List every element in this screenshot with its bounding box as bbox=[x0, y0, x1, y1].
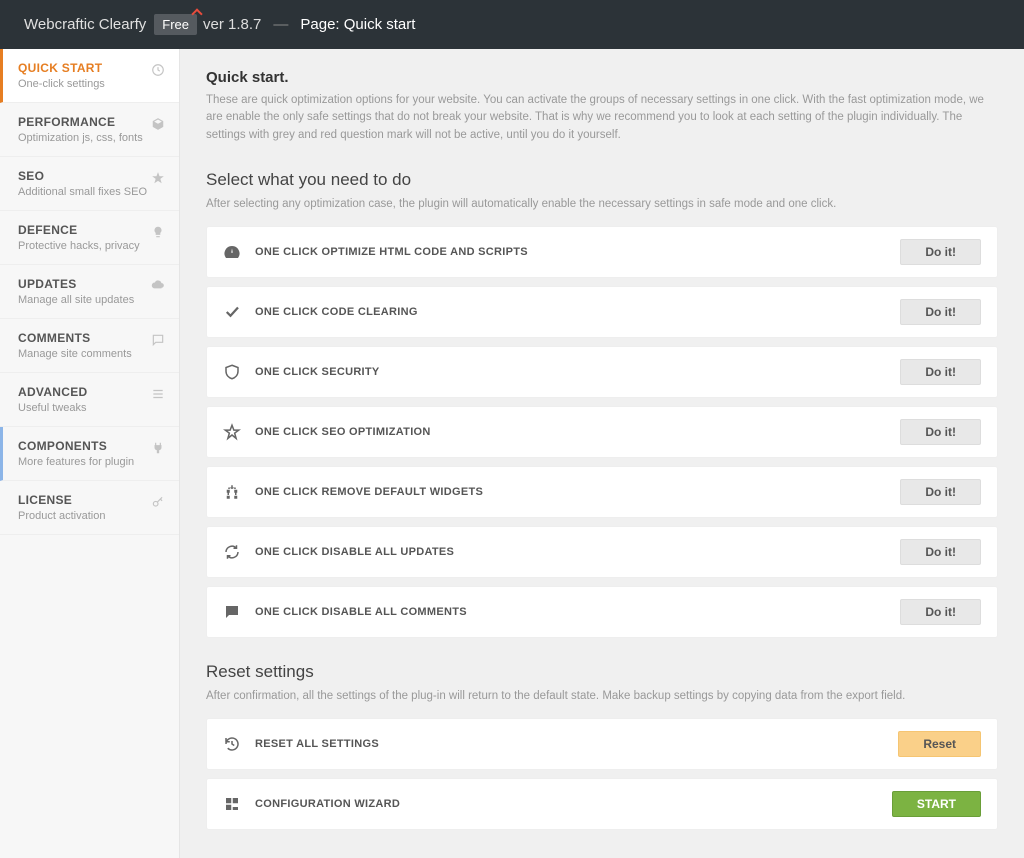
option-row: ONE CLICK SEO OPTIMIZATIONDo it! bbox=[206, 406, 998, 458]
nav-title: PERFORMANCE bbox=[18, 115, 163, 129]
plug-icon bbox=[151, 441, 165, 455]
nav-subtitle: Protective hacks, privacy bbox=[18, 240, 163, 252]
reset-row: CONFIGURATION WIZARDSTART bbox=[206, 778, 998, 830]
option-label: ONE CLICK SEO OPTIMIZATION bbox=[255, 426, 900, 438]
dash: — bbox=[273, 16, 288, 33]
option-row: ONE CLICK SECURITYDo it! bbox=[206, 346, 998, 398]
option-label: ONE CLICK OPTIMIZE HTML CODE AND SCRIPTS bbox=[255, 246, 900, 258]
check-icon bbox=[223, 303, 241, 321]
nav-subtitle: One-click settings bbox=[18, 78, 163, 90]
gauge-icon bbox=[223, 243, 241, 261]
nav-title: SEO bbox=[18, 169, 163, 183]
do-it-button[interactable]: Do it! bbox=[900, 539, 981, 565]
cloud-icon bbox=[151, 279, 165, 293]
start-button[interactable]: START bbox=[892, 791, 981, 817]
sidebar: QUICK START One-click settings PERFORMANCE… bbox=[0, 49, 180, 858]
do-it-button[interactable]: Do it! bbox=[900, 359, 981, 385]
chat-icon bbox=[223, 603, 241, 621]
page-title: Quick start. bbox=[206, 69, 998, 86]
option-row: ONE CLICK DISABLE ALL COMMENTSDo it! bbox=[206, 586, 998, 638]
nav-title: QUICK START bbox=[18, 61, 163, 75]
sidebar-item-updates[interactable]: UPDATES Manage all site updates bbox=[0, 265, 179, 319]
version-text: ver 1.8.7 bbox=[203, 16, 261, 33]
select-section-title: Select what you need to do bbox=[206, 170, 998, 190]
option-label: ONE CLICK SECURITY bbox=[255, 366, 900, 378]
nav-title: LICENSE bbox=[18, 493, 163, 507]
comment-icon bbox=[151, 333, 165, 347]
do-it-button[interactable]: Do it! bbox=[900, 299, 981, 325]
nav-title: COMMENTS bbox=[18, 331, 163, 345]
history-icon bbox=[223, 735, 241, 753]
app-header: Webcraftic Clearfy Free ver 1.8.7 — Page… bbox=[0, 0, 1024, 49]
bulb-icon bbox=[151, 225, 165, 239]
nav-title: COMPONENTS bbox=[18, 439, 163, 453]
reset-section-desc: After confirmation, all the settings of … bbox=[206, 690, 998, 702]
option-row: ONE CLICK CODE CLEARINGDo it! bbox=[206, 286, 998, 338]
do-it-button[interactable]: Do it! bbox=[900, 599, 981, 625]
option-row: ONE CLICK DISABLE ALL UPDATESDo it! bbox=[206, 526, 998, 578]
option-label: ONE CLICK DISABLE ALL COMMENTS bbox=[255, 606, 900, 618]
nav-subtitle: Product activation bbox=[18, 510, 163, 522]
sidebar-item-quick-start[interactable]: QUICK START One-click settings bbox=[0, 49, 179, 103]
clock-icon bbox=[151, 63, 165, 77]
sidebar-item-performance[interactable]: PERFORMANCE Optimization js, css, fonts bbox=[0, 103, 179, 157]
brand-name: Webcraftic Clearfy bbox=[24, 16, 146, 33]
staro-icon bbox=[223, 423, 241, 441]
do-it-button[interactable]: Do it! bbox=[900, 479, 981, 505]
refresh-icon bbox=[223, 543, 241, 561]
option-label: ONE CLICK DISABLE ALL UPDATES bbox=[255, 546, 900, 558]
page-breadcrumb: Page: Quick start bbox=[300, 16, 415, 33]
cube-icon bbox=[151, 117, 165, 131]
tree-icon bbox=[223, 483, 241, 501]
reset-section-title: Reset settings bbox=[206, 662, 998, 682]
shield-icon bbox=[223, 363, 241, 381]
grid-icon bbox=[223, 795, 241, 813]
nav-subtitle: Manage all site updates bbox=[18, 294, 163, 306]
do-it-button[interactable]: Do it! bbox=[900, 419, 981, 445]
sidebar-item-components[interactable]: COMPONENTS More features for plugin bbox=[0, 427, 179, 481]
sidebar-item-defence[interactable]: DEFENCE Protective hacks, privacy bbox=[0, 211, 179, 265]
select-section-desc: After selecting any optimization case, t… bbox=[206, 198, 998, 210]
sidebar-item-license[interactable]: LICENSE Product activation bbox=[0, 481, 179, 535]
sidebar-item-seo[interactable]: SEO Additional small fixes SEO bbox=[0, 157, 179, 211]
nav-title: UPDATES bbox=[18, 277, 163, 291]
page-description: These are quick optimization options for… bbox=[206, 92, 998, 144]
reset-row-label: RESET ALL SETTINGS bbox=[255, 738, 898, 750]
nav-subtitle: Useful tweaks bbox=[18, 402, 163, 414]
option-row: ONE CLICK REMOVE DEFAULT WIDGETSDo it! bbox=[206, 466, 998, 518]
reset-button[interactable]: Reset bbox=[898, 731, 981, 757]
key-icon bbox=[151, 495, 165, 509]
nav-subtitle: Manage site comments bbox=[18, 348, 163, 360]
nav-subtitle: More features for plugin bbox=[18, 456, 163, 468]
option-label: ONE CLICK CODE CLEARING bbox=[255, 306, 900, 318]
reset-row-label: CONFIGURATION WIZARD bbox=[255, 798, 892, 810]
option-label: ONE CLICK REMOVE DEFAULT WIDGETS bbox=[255, 486, 900, 498]
option-row: ONE CLICK OPTIMIZE HTML CODE AND SCRIPTS… bbox=[206, 226, 998, 278]
nav-subtitle: Optimization js, css, fonts bbox=[18, 132, 163, 144]
nav-title: DEFENCE bbox=[18, 223, 163, 237]
do-it-button[interactable]: Do it! bbox=[900, 239, 981, 265]
nav-subtitle: Additional small fixes SEO bbox=[18, 186, 163, 198]
plan-badge: Free bbox=[154, 14, 197, 35]
star-icon bbox=[151, 171, 165, 185]
nav-title: ADVANCED bbox=[18, 385, 163, 399]
bars-icon bbox=[151, 387, 165, 401]
sidebar-item-comments[interactable]: COMMENTS Manage site comments bbox=[0, 319, 179, 373]
reset-row: RESET ALL SETTINGSReset bbox=[206, 718, 998, 770]
main-content: Quick start. These are quick optimizatio… bbox=[180, 49, 1024, 858]
sidebar-item-advanced[interactable]: ADVANCED Useful tweaks bbox=[0, 373, 179, 427]
